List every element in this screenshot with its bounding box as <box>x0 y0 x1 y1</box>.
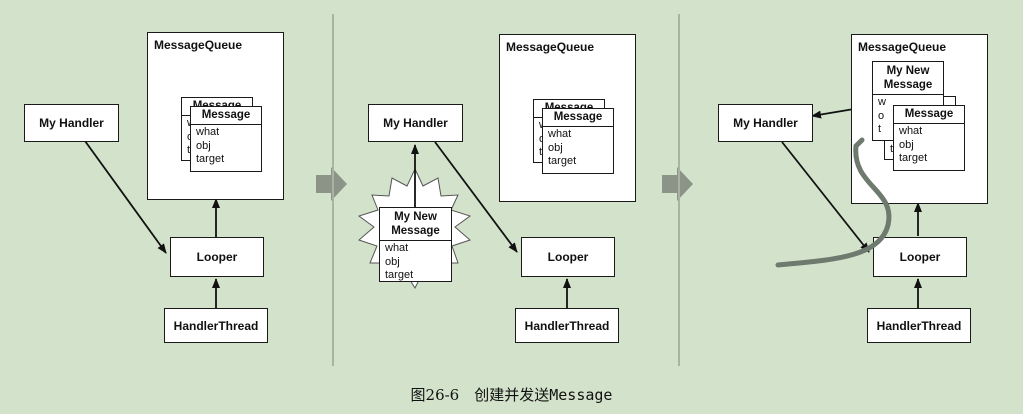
message-front-2: Message what obj target <box>542 108 614 174</box>
looper-box-2: Looper <box>521 237 615 277</box>
message-queue-title: MessageQueue <box>858 40 947 54</box>
message-front-3: Message what obj target <box>893 105 965 171</box>
my-handler-box-1: My Handler <box>24 104 119 142</box>
panel-separator-1 <box>332 14 334 366</box>
handler-thread-box-1: HandlerThread <box>164 308 268 343</box>
message-queue-title: MessageQueue <box>506 40 595 54</box>
panel-separator-2 <box>678 14 680 366</box>
my-handler-box-3: My Handler <box>718 104 813 142</box>
message-front-1: Message what obj target <box>190 106 262 172</box>
handler-thread-box-2: HandlerThread <box>515 308 619 343</box>
figure-caption: 图26-6 创建并发送Message <box>410 386 613 404</box>
my-handler-box-2: My Handler <box>368 104 463 142</box>
looper-box-1: Looper <box>170 237 264 277</box>
handler-thread-box-3: HandlerThread <box>867 308 971 343</box>
diagram: MessageQueue Message w o t Message what … <box>0 0 1023 414</box>
new-message-2: My New Message what obj target <box>379 207 452 282</box>
looper-box-3: Looper <box>873 237 967 277</box>
message-queue-title: MessageQueue <box>154 38 243 52</box>
